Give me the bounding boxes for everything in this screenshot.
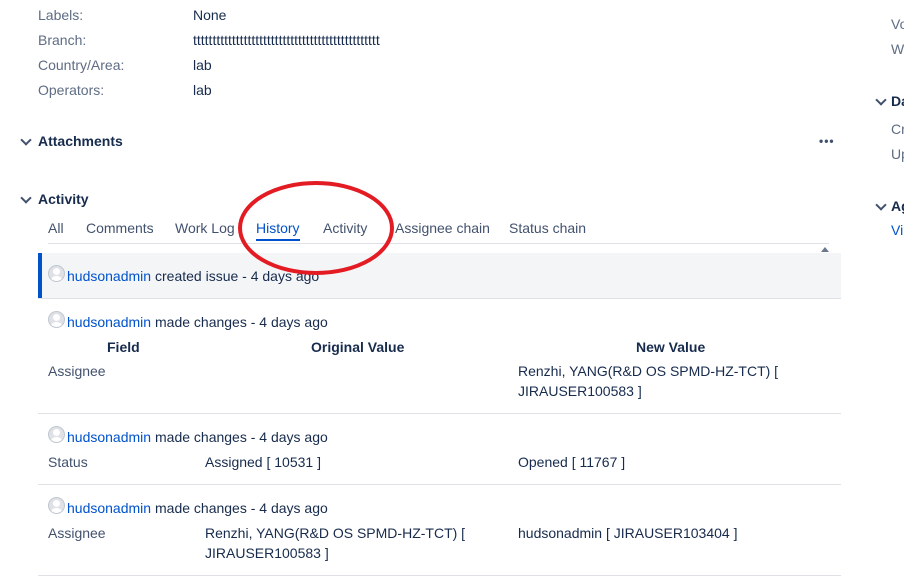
divider <box>38 413 841 414</box>
operators-label: Operators: <box>38 82 104 98</box>
user-link[interactable]: hudsonadmin <box>67 429 151 445</box>
field-name: Assignee <box>48 363 106 379</box>
field-header: Field <box>107 339 140 355</box>
labels-label: Labels: <box>38 7 83 23</box>
updated-label: Up <box>891 146 904 162</box>
history-action: made changes - 4 days ago <box>155 429 328 445</box>
tab-work-log[interactable]: Work Log <box>175 220 235 236</box>
operators-value: lab <box>193 82 212 98</box>
agile-board-link[interactable]: Vi <box>891 222 903 238</box>
user-link[interactable]: hudsonadmin <box>67 500 151 516</box>
divider <box>38 484 841 485</box>
user-link[interactable]: hudsonadmin <box>67 268 151 284</box>
country-area-label: Country/Area: <box>38 57 124 73</box>
new-value: Opened [ 11767 ] <box>518 454 625 470</box>
tab-status-chain[interactable]: Status chain <box>509 220 586 236</box>
agile-chevron-icon[interactable] <box>875 199 886 210</box>
history-action: made changes - 4 days ago <box>155 314 328 330</box>
tab-assignee-chain[interactable]: Assignee chain <box>395 220 490 236</box>
activity-title[interactable]: Activity <box>38 191 89 207</box>
branch-value: tttttttttttttttttttttttttttttttttttttttt… <box>193 32 380 48</box>
user-link[interactable]: hudsonadmin <box>67 314 151 330</box>
avatar-icon <box>48 311 65 328</box>
field-name: Assignee <box>48 525 106 541</box>
avatar-icon <box>48 497 65 514</box>
created-label: Cr <box>891 121 904 137</box>
avatar-icon <box>48 265 65 282</box>
divider <box>38 298 841 299</box>
branch-label: Branch: <box>38 32 86 48</box>
new-value-cont: JIRAUSER100583 ] <box>518 383 642 399</box>
history-action: made changes - 4 days ago <box>155 500 328 516</box>
tab-comments[interactable]: Comments <box>86 220 154 236</box>
dates-chevron-icon[interactable] <box>875 94 886 105</box>
attachments-chevron-icon[interactable] <box>20 134 31 145</box>
divider <box>38 575 841 576</box>
new-value: Renzhi, YANG(R&D OS SPMD-HZ-TCT) [ <box>518 363 778 379</box>
original-value: Renzhi, YANG(R&D OS SPMD-HZ-TCT) [ <box>205 525 465 541</box>
field-name: Status <box>48 454 88 470</box>
annotation-ellipse <box>236 178 396 278</box>
original-value-cont: JIRAUSER100583 ] <box>205 545 329 561</box>
ellipsis-icon[interactable]: ••• <box>819 134 835 148</box>
dates-title[interactable]: Da <box>891 93 904 109</box>
attachments-title[interactable]: Attachments <box>38 133 123 149</box>
agile-title[interactable]: Ag <box>891 198 904 214</box>
votes-label: Vo <box>891 16 904 32</box>
watchers-label: W <box>891 41 904 57</box>
original-value: Assigned [ 10531 ] <box>205 454 321 470</box>
activity-chevron-icon[interactable] <box>20 192 31 203</box>
labels-value: None <box>193 7 226 23</box>
country-area-value: lab <box>193 57 212 73</box>
new-value: hudsonadmin [ JIRAUSER103404 ] <box>518 525 737 541</box>
tab-all[interactable]: All <box>48 220 64 236</box>
original-value-header: Original Value <box>311 339 404 355</box>
sort-icon[interactable] <box>821 247 829 252</box>
new-value-header: New Value <box>636 339 705 355</box>
avatar-icon <box>48 426 65 443</box>
tabs-underline <box>48 243 829 244</box>
